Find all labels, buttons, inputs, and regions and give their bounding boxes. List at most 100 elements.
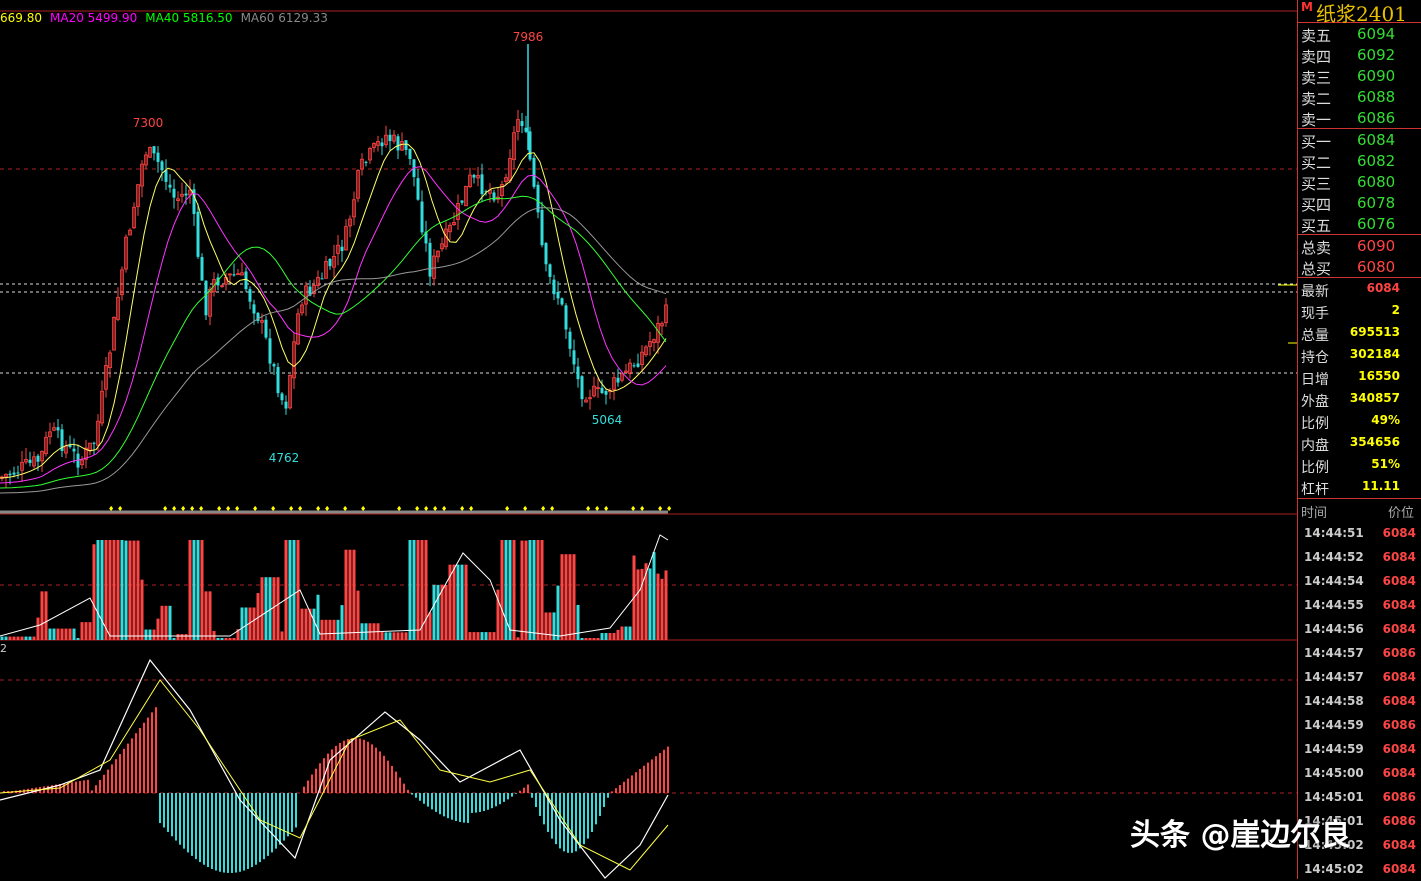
macd-bar bbox=[591, 793, 593, 832]
macd-bar bbox=[515, 793, 517, 794]
ask-row[interactable]: 卖三 6090 bbox=[1298, 65, 1421, 87]
kline-chart-area[interactable]: 7300798647625064♦ ♦ ♦ ♦ ♦ ♦ ♦ ♦ ♦ ♦ ♦ ♦ ♦ ♦ ♦ ♦ ♦ ♦ ♦ ♦ ♦ ♦ ♦ ♦… bbox=[0, 0, 1297, 879]
volume-bar bbox=[472, 632, 476, 640]
tick-row[interactable]: 14:44:59 6084 bbox=[1298, 737, 1421, 761]
volume-bar bbox=[136, 540, 140, 640]
candle-body bbox=[160, 161, 164, 171]
volume-bar bbox=[304, 608, 308, 640]
macd-bar bbox=[639, 769, 641, 793]
volume-bar bbox=[640, 568, 644, 640]
macd-bar bbox=[463, 793, 465, 823]
tick-row[interactable]: 14:44:52 6084 bbox=[1298, 545, 1421, 569]
candle-body bbox=[604, 390, 608, 395]
candle-body bbox=[472, 174, 476, 178]
volume-bar bbox=[4, 636, 8, 640]
macd-bar bbox=[307, 780, 309, 793]
ask-label: 卖五 bbox=[1301, 27, 1332, 45]
tick-row[interactable]: 14:44:58 6084 bbox=[1298, 689, 1421, 713]
bid-row[interactable]: 买四 6078 bbox=[1298, 192, 1421, 214]
stat-value: 6084 bbox=[1366, 281, 1400, 295]
tick-row[interactable]: 14:44:51 6084 bbox=[1298, 521, 1421, 545]
candle-body bbox=[200, 257, 204, 281]
candle-body bbox=[636, 363, 640, 367]
volume-bar bbox=[288, 540, 292, 640]
tick-time: 14:44:59 bbox=[1304, 742, 1364, 756]
volume-bar bbox=[392, 632, 396, 640]
macd-bar bbox=[391, 765, 393, 793]
stat-value: 16550 bbox=[1358, 369, 1400, 383]
signal-marker: ♦ bbox=[432, 505, 438, 513]
total-row: 总买 6080 bbox=[1298, 256, 1421, 278]
bid-row[interactable]: 买二 6082 bbox=[1298, 150, 1421, 172]
ask-row[interactable]: 卖一 6086 bbox=[1298, 107, 1421, 129]
macd-bar bbox=[279, 793, 281, 845]
candle-body bbox=[272, 364, 276, 367]
volume-bar bbox=[604, 633, 608, 640]
volume-bar bbox=[0, 636, 4, 640]
candle-body bbox=[524, 127, 528, 132]
volume-bar bbox=[12, 636, 16, 640]
macd-bar bbox=[135, 733, 137, 793]
tick-price: 6086 bbox=[1382, 646, 1416, 660]
candle-body bbox=[600, 387, 604, 393]
candle-body bbox=[492, 192, 496, 201]
tick-price: 6084 bbox=[1382, 694, 1416, 708]
bid-row[interactable]: 买五 6076 bbox=[1298, 213, 1421, 235]
macd-bar bbox=[99, 780, 101, 793]
volume-bar bbox=[20, 636, 24, 640]
tick-row[interactable]: 14:44:59 6086 bbox=[1298, 713, 1421, 737]
ask-price: 6090 bbox=[1357, 67, 1396, 85]
macd-bar bbox=[351, 738, 353, 793]
macd-bar bbox=[123, 748, 125, 793]
macd-bar bbox=[451, 793, 453, 820]
volume-bar bbox=[52, 628, 56, 640]
bid-row[interactable]: 买一 6084 bbox=[1298, 129, 1421, 151]
tick-row[interactable]: 14:45:00 6084 bbox=[1298, 761, 1421, 785]
tick-row[interactable]: 14:44:54 6084 bbox=[1298, 569, 1421, 593]
volume-bar bbox=[40, 591, 44, 640]
volume-bar bbox=[8, 636, 12, 640]
volume-bar bbox=[264, 577, 268, 640]
tick-row[interactable]: 14:45:01 6086 bbox=[1298, 785, 1421, 809]
macd-bar bbox=[115, 759, 117, 793]
volume-bar bbox=[228, 638, 232, 640]
macd-bar bbox=[459, 793, 461, 822]
ask-row[interactable]: 卖四 6092 bbox=[1298, 44, 1421, 66]
candle-body bbox=[72, 448, 76, 452]
tick-row[interactable]: 14:44:57 6086 bbox=[1298, 641, 1421, 665]
macd-bar bbox=[635, 772, 637, 793]
macd-bar bbox=[523, 787, 525, 793]
volume-bar bbox=[400, 632, 404, 640]
tick-row[interactable]: 14:45:02 6084 bbox=[1298, 857, 1421, 881]
macd-bar bbox=[531, 793, 533, 798]
volume-bar bbox=[328, 619, 332, 640]
macd-bar bbox=[455, 793, 457, 822]
ask-label: 卖一 bbox=[1301, 111, 1332, 129]
volume-bar bbox=[572, 554, 576, 640]
macd-bar bbox=[191, 793, 193, 856]
macd-bar bbox=[435, 793, 437, 812]
macd-bar bbox=[375, 747, 377, 793]
candle-body bbox=[560, 298, 564, 305]
ask-row[interactable]: 卖五 6094 bbox=[1298, 23, 1421, 45]
tick-price: 6084 bbox=[1382, 838, 1416, 852]
tick-row[interactable]: 14:44:55 6084 bbox=[1298, 593, 1421, 617]
volume-bar bbox=[492, 632, 496, 640]
macd-bar bbox=[75, 781, 77, 793]
macd-bar bbox=[535, 793, 537, 808]
volume-bar bbox=[468, 632, 472, 640]
tick-row[interactable]: 14:44:56 6084 bbox=[1298, 617, 1421, 641]
macd-bar bbox=[423, 793, 425, 804]
volume-bar bbox=[408, 540, 412, 640]
macd-bar bbox=[87, 779, 89, 793]
candle-body bbox=[340, 246, 344, 252]
tick-row[interactable]: 14:44:57 6084 bbox=[1298, 665, 1421, 689]
macd-bar bbox=[203, 793, 205, 865]
ask-row[interactable]: 卖二 6088 bbox=[1298, 86, 1421, 108]
bid-row[interactable]: 买三 6080 bbox=[1298, 171, 1421, 193]
signal-marker: ♦ bbox=[459, 505, 465, 513]
signal-marker: ♦ bbox=[666, 505, 672, 513]
candle-body bbox=[284, 401, 288, 409]
total-label: 总买 bbox=[1301, 260, 1332, 278]
candle-body bbox=[568, 331, 572, 349]
